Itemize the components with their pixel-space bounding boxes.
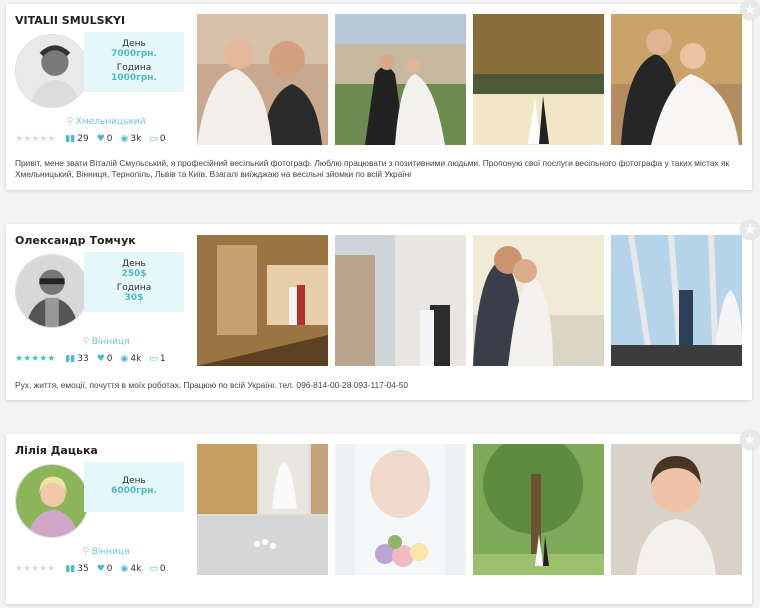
avatar[interactable] <box>15 34 89 108</box>
heart-icon: ♥ <box>96 564 105 574</box>
price-label: День <box>122 259 146 269</box>
comment-icon: ▭ <box>149 134 158 144</box>
comment-icon: ▭ <box>149 354 158 364</box>
like-count: 0 <box>106 354 113 364</box>
like-count: 0 <box>106 134 113 144</box>
gallery-photo[interactable] <box>473 235 604 366</box>
photo-count: 35 <box>77 564 89 574</box>
gallery-photo[interactable] <box>335 14 466 145</box>
photographer-name[interactable]: Лілія Дацька <box>15 444 98 457</box>
eye-icon: ◉ <box>120 134 129 144</box>
eye-icon: ◉ <box>120 354 129 364</box>
favorite-star-icon[interactable]: ★ <box>740 430 760 450</box>
map-pin-icon: ⚲ <box>82 546 90 557</box>
photographer-card: ★ VITALII SMULSKYI День 7000грн. Година … <box>6 0 760 190</box>
map-pin-icon: ⚲ <box>66 116 74 127</box>
stats-row: ★★★★★ ▮▮ 35 ♥ 0 ◉ 4k ▭ 0 <box>15 564 174 574</box>
gallery-photo[interactable] <box>611 235 742 366</box>
rating-stars: ★★★★★ <box>15 134 56 144</box>
gallery-photo[interactable] <box>335 235 466 366</box>
city-label: Хмельницький <box>75 117 146 127</box>
gallery-photo[interactable] <box>473 14 604 145</box>
city[interactable]: ⚲ Вінниця <box>46 336 166 347</box>
photographer-name[interactable]: Олександр Томчук <box>15 234 136 247</box>
photographer-card: ★ Лілія Дацька День 6000грн. ⚲ Вінниця ★★… <box>6 430 760 604</box>
heart-icon: ♥ <box>96 134 105 144</box>
price-value: 7000грн. <box>111 49 157 59</box>
favorite-star-icon[interactable]: ★ <box>740 0 760 20</box>
favorite-star-icon[interactable]: ★ <box>740 220 760 240</box>
price-label: День <box>122 476 146 486</box>
photo-gallery <box>197 235 742 366</box>
comment-count: 0 <box>159 134 166 144</box>
description: Привіт, мене звати Віталій Смульський, я… <box>15 158 730 179</box>
comment-count: 0 <box>159 564 166 574</box>
comment-count: 1 <box>159 354 166 364</box>
description: Рух, життя, емоції, почуття в моїх робот… <box>15 380 409 390</box>
rating-stars: ★★★★★ <box>15 354 56 364</box>
gallery-photo[interactable] <box>197 14 328 145</box>
bar-chart-icon: ▮▮ <box>65 134 76 144</box>
comment-icon: ▭ <box>149 564 158 574</box>
price-value: 250$ <box>121 269 147 279</box>
map-pin-icon: ⚲ <box>82 336 90 347</box>
bar-chart-icon: ▮▮ <box>65 564 76 574</box>
price-value: 30$ <box>124 293 144 303</box>
rating-stars: ★★★★★ <box>15 564 56 574</box>
city[interactable]: ⚲ Вінниця <box>46 546 166 557</box>
bar-chart-icon: ▮▮ <box>65 354 76 364</box>
gallery-photo[interactable] <box>197 235 328 366</box>
city-label: Вінниця <box>91 337 130 347</box>
heart-icon: ♥ <box>96 354 105 364</box>
photographer-name[interactable]: VITALII SMULSKYI <box>15 14 125 27</box>
view-count: 4k <box>130 354 142 364</box>
price-label: Година <box>116 63 152 73</box>
gallery-photo[interactable] <box>335 444 466 575</box>
price-label: Година <box>116 283 152 293</box>
price-label: День <box>122 39 146 49</box>
avatar[interactable] <box>15 464 89 538</box>
view-count: 4k <box>130 564 142 574</box>
like-count: 0 <box>106 564 113 574</box>
photo-count: 29 <box>77 134 89 144</box>
stats-row: ★★★★★ ▮▮ 29 ♥ 0 ◉ 3k ▭ 0 <box>15 134 174 144</box>
city-label: Вінниця <box>91 547 130 557</box>
photo-gallery <box>197 14 742 145</box>
avatar[interactable] <box>15 254 89 328</box>
view-count: 3k <box>130 134 142 144</box>
price-box: День 7000грн. Година 1000грн. <box>84 32 184 92</box>
price-value: 1000грн. <box>111 73 157 83</box>
gallery-photo[interactable] <box>473 444 604 575</box>
gallery-photo[interactable] <box>611 14 742 145</box>
eye-icon: ◉ <box>120 564 129 574</box>
photo-gallery <box>197 444 742 575</box>
price-box: День 250$ Година 30$ <box>84 252 184 312</box>
price-value: 6000грн. <box>111 486 157 496</box>
city[interactable]: ⚲ Хмельницький <box>46 116 166 127</box>
price-box: День 6000грн. <box>84 462 184 512</box>
photographer-card: ★ Олександр Томчук День 250$ Година 30$ … <box>6 220 760 400</box>
gallery-photo[interactable] <box>197 444 328 575</box>
gallery-photo[interactable] <box>611 444 742 575</box>
stats-row: ★★★★★ ▮▮ 33 ♥ 0 ◉ 4k ▭ 1 <box>15 354 174 364</box>
photo-count: 33 <box>77 354 89 364</box>
